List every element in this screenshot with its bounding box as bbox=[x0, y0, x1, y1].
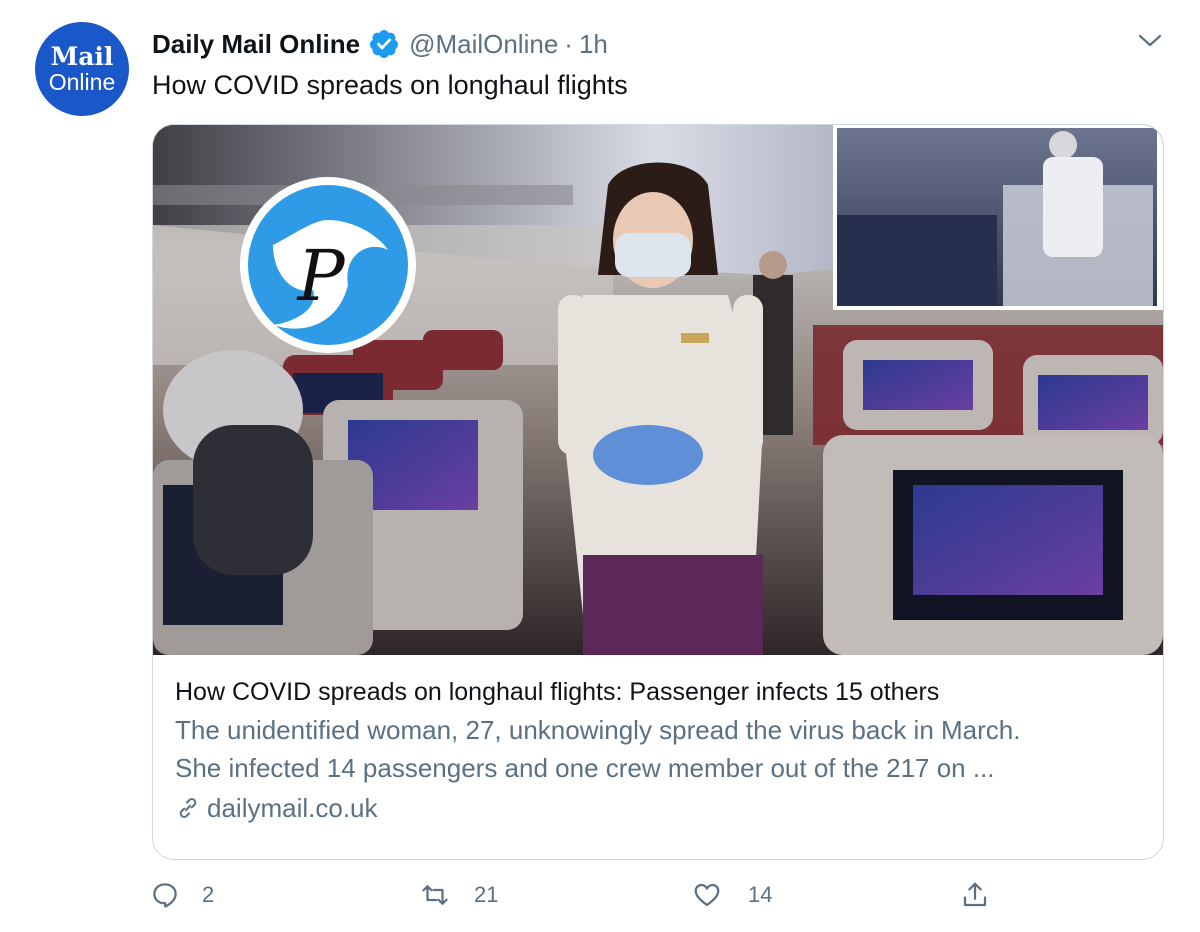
heart-icon bbox=[694, 883, 720, 907]
timestamp[interactable]: 1h bbox=[579, 29, 608, 60]
display-name[interactable]: Daily Mail Online bbox=[152, 29, 360, 60]
reply-icon bbox=[153, 883, 177, 908]
retweet-count: 21 bbox=[474, 882, 499, 907]
chevron-down-icon[interactable] bbox=[1136, 30, 1164, 52]
reply-count: 2 bbox=[202, 882, 215, 907]
tweet-actions: 2 21 14 bbox=[150, 880, 1010, 920]
retweet-icon bbox=[422, 885, 448, 905]
card-image: P bbox=[153, 125, 1163, 655]
tweet: Mail Online Daily Mail Online @MailOnlin… bbox=[0, 0, 1200, 932]
avatar[interactable]: Mail Online bbox=[35, 22, 129, 116]
share-button[interactable] bbox=[960, 880, 990, 910]
card-title: How COVID spreads on longhaul flights: P… bbox=[175, 678, 940, 706]
reply-button[interactable]: 2 bbox=[150, 880, 214, 910]
card-domain[interactable]: dailymail.co.uk bbox=[207, 789, 378, 827]
link-icon bbox=[179, 798, 197, 818]
separator-dot: · bbox=[564, 28, 573, 59]
card-body: How COVID spreads on longhaul flights: P… bbox=[175, 673, 1145, 827]
watermark-letter: P bbox=[295, 235, 346, 317]
like-button[interactable]: 14 bbox=[692, 880, 772, 910]
card-description-line-2: She infected 14 passengers and one crew … bbox=[175, 753, 995, 783]
like-count: 14 bbox=[748, 882, 773, 907]
avatar-line-1: Mail bbox=[50, 42, 114, 71]
link-card[interactable]: P How COVID spreads on longhaul flights:… bbox=[152, 124, 1164, 860]
tweet-text: How COVID spreads on longhaul flights bbox=[152, 70, 628, 100]
card-link[interactable]: dailymail.co.uk bbox=[175, 789, 1145, 827]
avatar-line-2: Online bbox=[48, 69, 116, 95]
share-icon bbox=[963, 882, 987, 907]
author-handle[interactable]: @MailOnline bbox=[409, 29, 558, 60]
verified-badge-icon bbox=[370, 30, 399, 58]
card-description-line-1: The unidentified woman, 27, unknowingly … bbox=[175, 715, 1021, 745]
tweet-header: Daily Mail Online @MailOnline · 1h bbox=[152, 26, 608, 62]
retweet-button[interactable]: 21 bbox=[420, 880, 498, 910]
card-description: The unidentified woman, 27, unknowingly … bbox=[175, 711, 1145, 787]
